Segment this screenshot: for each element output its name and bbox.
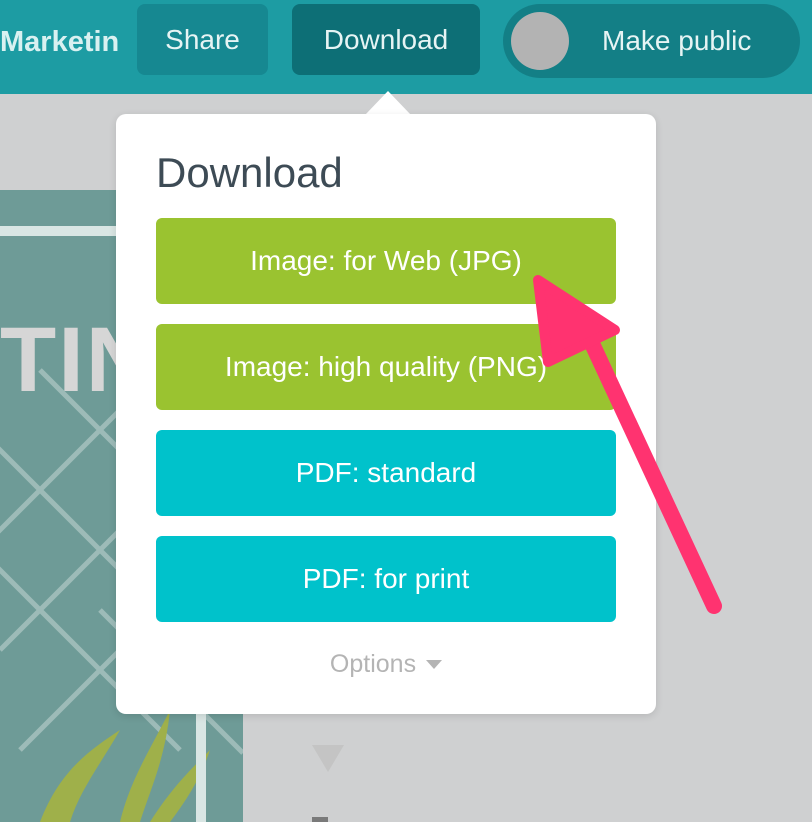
- popover-caret: [365, 91, 411, 115]
- toggle-knob: [511, 12, 569, 70]
- document-title[interactable]: Marketing is Life: [0, 22, 118, 62]
- download-jpg-button[interactable]: Image: for Web (JPG): [156, 218, 616, 304]
- download-title: Download: [156, 149, 343, 196]
- side-dash: [312, 817, 328, 822]
- design-frame-line: [196, 710, 206, 822]
- download-png-button[interactable]: Image: high quality (PNG): [156, 324, 616, 410]
- share-button[interactable]: Share: [137, 4, 268, 75]
- download-pdf-print-button[interactable]: PDF: for print: [156, 536, 616, 622]
- download-popover: Download Image: for Web (JPG) Image: hig…: [116, 114, 656, 714]
- download-pdf-standard-button[interactable]: PDF: standard: [156, 430, 616, 516]
- options-toggle[interactable]: Options: [116, 644, 656, 684]
- make-public-toggle[interactable]: Make public: [503, 4, 800, 78]
- options-label: Options: [329, 649, 417, 678]
- download-button[interactable]: Download: [292, 4, 480, 75]
- make-public-label: Make public: [602, 25, 752, 56]
- caret-down-icon: [426, 659, 443, 669]
- editor-toolbar: Marketing is Life Share Download Make pu…: [0, 0, 812, 94]
